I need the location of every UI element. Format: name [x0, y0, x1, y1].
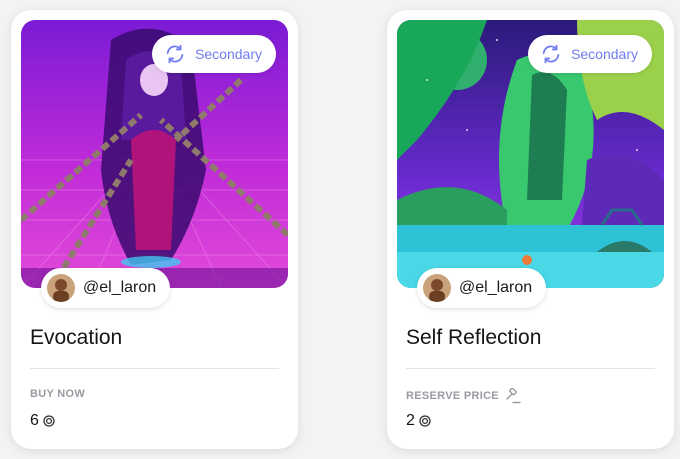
price-value: 2 [406, 412, 415, 429]
price: 2 [406, 412, 431, 430]
currency-icon [43, 415, 55, 427]
nft-card-evocation[interactable]: Secondary @el_laron Evocation BUY NOW 6 [11, 10, 298, 449]
sale-type-text: RESERVE PRICE [406, 390, 499, 402]
creator-handle: @el_laron [83, 279, 157, 296]
refresh-icon [542, 44, 560, 64]
creator-chip[interactable]: @el_laron [417, 268, 547, 308]
price-value: 6 [30, 412, 39, 429]
sale-type-label: RESERVE PRICE [406, 388, 521, 404]
artwork-title: Self Reflection [406, 326, 542, 349]
divider [30, 368, 279, 369]
creator-avatar-icon [423, 274, 451, 302]
secondary-badge[interactable]: Secondary [528, 35, 652, 73]
artwork-title: Evocation [30, 326, 123, 349]
secondary-badge[interactable]: Secondary [152, 35, 276, 73]
avatar [47, 274, 75, 302]
price: 6 [30, 412, 55, 430]
badge-label: Secondary [195, 46, 262, 62]
sale-type-label: BUY NOW [30, 388, 85, 400]
refresh-icon [166, 44, 184, 64]
creator-handle: @el_laron [459, 279, 533, 296]
currency-icon [419, 415, 431, 427]
divider [406, 368, 655, 369]
badge-label: Secondary [571, 46, 638, 62]
sale-type-text: BUY NOW [30, 388, 86, 400]
gavel-icon [506, 388, 521, 404]
creator-avatar-icon [47, 274, 75, 302]
nft-card-self-reflection[interactable]: Secondary @el_laron Self Reflection RESE… [387, 10, 674, 449]
avatar [423, 274, 451, 302]
creator-chip[interactable]: @el_laron [41, 268, 171, 308]
